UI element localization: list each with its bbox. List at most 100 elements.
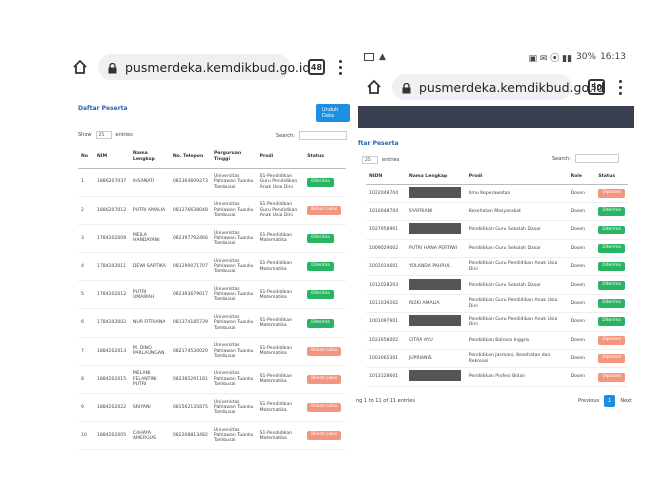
cell-status: Diterima (304, 252, 346, 282)
cell-nim: 1784202011 (93, 252, 130, 282)
address-bar[interactable]: pusmerdeka.kemdikbud.go.id (98, 54, 310, 80)
cell-prodi: Pendidikan Guru Pendidikan Anak Usia Din… (465, 294, 568, 314)
col-header-status[interactable]: Status (595, 170, 628, 185)
col-header-nim[interactable]: NIM (93, 146, 130, 169)
cell-nama: PUTRI UMAIRAH (129, 280, 170, 310)
cell-nidn: 1022048704 (366, 184, 406, 203)
cell-prodi: S1-Pendidikan Matematika (256, 252, 305, 282)
cell-perguruan-tinggi: Universitas Pahlawan Tuanku Tambusai (210, 224, 257, 254)
cell-role: Dosen (567, 331, 596, 351)
cell-telepon: 081364609273 (169, 168, 211, 197)
search-input[interactable] (574, 154, 619, 163)
unduh-data-button[interactable]: Unduh Data (316, 104, 350, 122)
entries-label: entries (382, 157, 400, 163)
cell-telepon: 082393679017 (169, 280, 211, 310)
cell-perguruan-tinggi: Universitas Pahlawan Tuanku Tambusai (210, 168, 257, 197)
cell-prodi: Pendidikan Guru Sekolah Dasar (465, 220, 568, 240)
table-row: 1 1886207037 IHSANATI 081364609273 Universit… (78, 168, 346, 197)
home-icon[interactable] (366, 79, 382, 95)
menu-kebab-icon[interactable] (617, 78, 624, 97)
col-header-nidn[interactable]: NIDN (366, 170, 406, 185)
cell-status: Diterima (595, 239, 628, 259)
page-title: ftar Peserta (358, 140, 399, 147)
status-badge: Diterima (598, 280, 625, 290)
table-row: 5 1784202012 PUTRI UMAIRAH 082393679017 Univ… (78, 280, 346, 310)
cell-perguruan-tinggi: Universitas Pahlawan Tuanku Tambusai (210, 365, 257, 395)
cell-status: Diproses (595, 331, 628, 351)
lock-icon (108, 62, 117, 73)
entries-select[interactable]: 25 (362, 156, 378, 164)
cell-role: Dosen (567, 220, 596, 240)
col-header-prodi[interactable]: Prodi (465, 170, 568, 185)
cell-role: Dosen (567, 184, 596, 203)
cell-nim: 1886207012 (93, 196, 130, 225)
cell-prodi: S1-Pendidikan Matematika (256, 224, 305, 254)
cell-nidn: 1027058901 (366, 220, 406, 240)
col-header-prodi[interactable]: Prodi (256, 146, 305, 169)
previous-button[interactable]: Previous (578, 398, 599, 404)
lecturers-table: NIDN Nama Lengkap Prodi Role Status 1022… (366, 170, 628, 387)
warning-icon: ▲ (379, 52, 386, 62)
page-1-button[interactable]: 1 (604, 395, 616, 407)
entries-length-control: 25 entries (362, 156, 399, 164)
cell-status: Belum Lolos (304, 393, 346, 423)
android-status-bar: ▲ ▣ ✉ ⦿ ▮▮ 30% 16:13 (352, 46, 634, 68)
cell-nama (405, 312, 466, 332)
entries-select[interactable]: 25 (95, 131, 112, 139)
cell-status: Diproses (595, 367, 628, 387)
cell-nim: 1884202013 (93, 337, 130, 366)
next-button[interactable]: Next (620, 398, 632, 404)
cell-perguruan-tinggi: Universitas Pahlawan Tuanku Tambusai (210, 308, 257, 338)
cell-role: Dosen (567, 294, 596, 314)
cell-no: 2 (78, 196, 94, 225)
col-header-perguruan-tinggi[interactable]: Perguruan Tinggi (210, 146, 257, 169)
status-badge: Diterima (598, 225, 625, 235)
col-header-nama[interactable]: Nama Lengkap (129, 146, 170, 169)
menu-kebab-icon[interactable] (337, 58, 344, 77)
url-text: pusmerdeka.kemdikbud.go.id (125, 59, 311, 75)
status-badge: Diproses (598, 335, 625, 345)
col-header-role[interactable]: Role (567, 170, 596, 185)
cell-prodi: S1-Pendidikan Guru Pendidikan Anak Usia … (256, 196, 305, 225)
cell-prodi: Pendidikan Guru Sekolah Dasar (465, 275, 568, 295)
cell-prodi: Pendidikan Guru Sekolah Dasar (465, 239, 568, 259)
search-control: Search: (276, 131, 347, 140)
cell-nama: JUPRIANIS (405, 349, 466, 369)
col-header-nama[interactable]: Nama Lengkap (405, 170, 466, 185)
table-row: 1001097901 Pendidikan Guru Pendidikan Ana… (366, 312, 628, 332)
table-row: 7 1884202013 M. DINO PARLAUNGAN 08217453002… (78, 337, 346, 366)
cell-no: 9 (78, 393, 94, 423)
cell-no: 6 (78, 308, 94, 338)
cell-nim: 1884202015 (93, 365, 130, 395)
tab-switcher-button[interactable]: 48 (308, 59, 325, 75)
cell-nidn: 1010048704 (366, 202, 406, 222)
status-badge: Diterima (598, 317, 625, 327)
col-header-status[interactable]: Status (304, 146, 346, 169)
cell-nim: 1784202012 (93, 280, 130, 310)
cell-prodi: S1-Pendidikan Matematika (256, 393, 305, 423)
tab-switcher-button[interactable]: 50 (588, 79, 605, 95)
cell-nidn: 1012028203 (366, 275, 406, 295)
search-input[interactable] (298, 131, 347, 140)
table-row: 8 1884202015 MELANI FELANTINI PUTRI 0823852… (78, 365, 346, 395)
cell-telepon: 081562135875 (169, 393, 211, 423)
status-badge: Diterima (307, 177, 334, 187)
table-row: 1027058901 Pendidikan Guru Sekolah Dasar D… (366, 220, 628, 240)
cell-nama: PUTRI AMALIA (129, 196, 170, 225)
cell-status: Diterima (595, 257, 628, 277)
page-title: Daftar Peserta (78, 105, 128, 112)
show-label: Show (78, 132, 92, 138)
col-header-no[interactable]: No (78, 146, 94, 169)
cell-status: Diterima (595, 220, 628, 240)
table-row: 1013128601 Pendidikan Profesi Bidan Dosen D… (366, 367, 628, 387)
cell-status: Diterima (304, 224, 346, 254)
cell-telepon: 081276638048 (169, 196, 211, 225)
cell-telepon: 081374185739 (169, 308, 211, 338)
home-icon[interactable] (72, 59, 88, 75)
redacted-name-block (408, 278, 461, 290)
cell-no: 7 (78, 337, 94, 366)
address-bar[interactable]: pusmerdeka.kemdikbud.go.id (392, 74, 604, 100)
table-row: 1003065301 JUPRIANIS Pendidikan Jasmani, K… (366, 349, 628, 369)
col-header-telepon[interactable]: No. Telepon (169, 146, 211, 169)
status-badge: Belum Lolos (307, 431, 342, 441)
